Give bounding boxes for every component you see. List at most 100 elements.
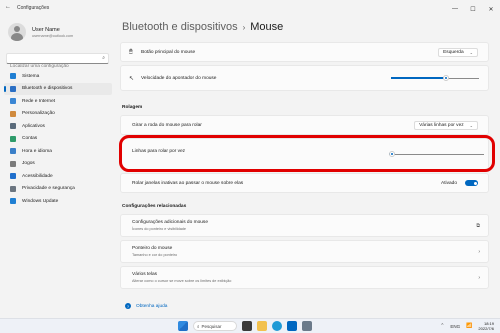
start-icon[interactable] — [178, 321, 188, 331]
setting-label: Rolar janelas inativas ao passar o mouse… — [132, 180, 244, 186]
sidebar-item-network[interactable]: Rede e Internet — [4, 95, 112, 108]
section-heading-scroll: Rolagem — [122, 105, 143, 110]
sidebar: User Name username@outlook.com ⌕ Sistema… — [0, 18, 115, 318]
breadcrumb-separator: › — [242, 23, 246, 32]
sidebar-item-windows-update[interactable]: Windows Update — [4, 195, 112, 208]
get-help-link[interactable]: ? Obtenha ajuda — [125, 303, 167, 309]
sidebar-item-accounts[interactable]: Contas — [4, 133, 112, 146]
sidebar-item-apps[interactable]: Aplicativos — [4, 120, 112, 133]
taskbar-center: ⌕ Pesquisar — [178, 321, 317, 331]
sidebar-item-label: Bluetooth e dispositivos — [22, 86, 73, 92]
sidebar-item-accessibility[interactable]: Acessibilidade — [4, 170, 112, 183]
brush-icon — [10, 110, 16, 117]
page-title: Mouse — [250, 21, 284, 33]
sidebar-item-time-language[interactable]: Hora e idioma — [4, 145, 112, 158]
back-arrow-icon[interactable]: ← — [5, 4, 11, 10]
maximize-button[interactable]: ☐ — [464, 0, 482, 18]
sidebar-item-label: Personalização — [22, 111, 55, 117]
help-text: Obtenha ajuda — [136, 303, 168, 309]
inactive-scroll-toggle-wrap: Ativado — [441, 180, 478, 186]
chevron-down-icon: ⌄ — [469, 122, 473, 128]
clock[interactable]: 18:19 2022/7/6 — [478, 321, 494, 331]
language-indicator[interactable]: ENG — [450, 324, 460, 329]
globe-clock-icon — [10, 148, 16, 155]
pointer-icon: ↖ — [129, 75, 135, 82]
monitor-icon — [10, 73, 16, 80]
wifi-icon — [10, 98, 16, 105]
sidebar-item-label: Windows Update — [22, 198, 59, 204]
store-icon[interactable] — [287, 321, 297, 331]
apps-icon — [10, 123, 16, 130]
pointer-speed-slider[interactable] — [391, 75, 479, 81]
taskbar: ⌕ Pesquisar ⌃ ENG 📶 18:19 2022/7/6 — [0, 318, 500, 333]
scroll-mode-setting: Girar a roda do mouse para rolar Várias … — [120, 115, 489, 135]
related-title: Ponteiro do mouse — [132, 246, 173, 251]
scroll-mode-dropdown[interactable]: Várias linhas por vez ⌄ — [414, 120, 478, 130]
sidebar-item-personalization[interactable]: Personalização — [4, 108, 112, 121]
chevron-up-icon[interactable]: ⌃ — [440, 323, 444, 329]
user-profile[interactable]: User Name username@outlook.com — [8, 23, 73, 41]
inactive-scroll-toggle[interactable] — [465, 180, 478, 186]
task-view-icon[interactable] — [242, 321, 252, 331]
update-icon — [10, 198, 16, 205]
title-bar: ← Configurações — ☐ ✕ — [0, 0, 500, 18]
network-volume-icon[interactable]: 📶 — [466, 323, 472, 329]
sidebar-item-label: Hora e idioma — [22, 148, 52, 154]
window-controls: — ☐ ✕ — [446, 0, 500, 18]
shield-icon — [10, 185, 16, 192]
gamepad-icon — [10, 160, 16, 167]
related-title: Vários telas — [132, 272, 158, 277]
sidebar-item-label: Rede e Internet — [22, 98, 56, 104]
settings-app-icon[interactable] — [302, 321, 312, 331]
system-tray: ⌃ ENG 📶 18:19 2022/7/6 — [440, 321, 494, 331]
breadcrumb: Bluetooth e dispositivos › Mouse — [122, 21, 283, 33]
avatar — [8, 23, 26, 41]
sidebar-item-label: Acessibilidade — [22, 173, 53, 179]
file-explorer-icon[interactable] — [257, 321, 267, 331]
search-icon[interactable]: ⌕ — [102, 55, 105, 61]
sidebar-item-label: Aplicativos — [22, 123, 45, 129]
window-title: Configurações — [17, 5, 50, 11]
setting-label: Velocidade do apontador do mouse — [141, 75, 217, 81]
inactive-scroll-setting: Rolar janelas inativas ao passar o mouse… — [120, 173, 489, 193]
search-icon: ⌕ — [197, 323, 200, 329]
search-box[interactable]: ⌕ — [6, 53, 109, 71]
taskbar-search[interactable]: ⌕ Pesquisar — [193, 321, 237, 331]
setting-label: Botão principal do mouse — [141, 49, 196, 55]
slider-thumb[interactable] — [442, 75, 449, 81]
primary-button-setting: 🖱 Botão principal do mouse Esquerda ⌄ — [120, 42, 489, 62]
related-item-multiple-displays[interactable]: Vários telas Alterar como o cursor se mo… — [120, 266, 489, 289]
pointer-speed-setting: ↖ Velocidade do apontador do mouse — [120, 65, 489, 91]
taskbar-search-label: Pesquisar — [201, 323, 222, 329]
dropdown-value: Várias linhas por vez — [419, 122, 464, 128]
toggle-state-text: Ativado — [441, 180, 457, 186]
sidebar-item-sistema[interactable]: Sistema — [4, 70, 112, 83]
edge-icon[interactable] — [272, 321, 282, 331]
related-subtitle: Tamanho e cor do ponteiro — [132, 253, 178, 257]
related-item-additional-mouse[interactable]: Configurações adicionais do mouse Ícones… — [120, 214, 489, 237]
close-button[interactable]: ✕ — [482, 0, 500, 18]
sidebar-item-label: Contas — [22, 136, 38, 142]
sidebar-item-gaming[interactable]: Jogos — [4, 158, 112, 171]
chevron-right-icon: › — [478, 274, 480, 281]
highlight-annotation — [119, 135, 495, 172]
minimize-button[interactable]: — — [446, 0, 464, 18]
breadcrumb-parent[interactable]: Bluetooth e dispositivos — [122, 21, 238, 33]
sidebar-nav: Sistema Bluetooth e dispositivos Rede e … — [4, 70, 112, 208]
slider-fill — [391, 77, 446, 79]
accessibility-icon — [10, 173, 16, 180]
setting-label: Girar a roda do mouse para rolar — [132, 122, 202, 128]
chevron-right-icon: › — [478, 248, 480, 255]
related-subtitle: Alterar como o cursor se move sobre os l… — [132, 279, 232, 283]
related-item-mouse-pointer[interactable]: Ponteiro do mouse Tamanho e cor do ponte… — [120, 240, 489, 263]
sidebar-item-label: Privacidade e segurança — [22, 186, 75, 192]
bluetooth-icon — [10, 85, 16, 92]
clock-date: 2022/7/6 — [478, 326, 494, 331]
sidebar-item-label: Sistema — [22, 73, 40, 79]
primary-button-dropdown[interactable]: Esquerda ⌄ — [438, 47, 478, 57]
sidebar-item-bluetooth[interactable]: Bluetooth e dispositivos — [4, 82, 112, 95]
user-email: username@outlook.com — [32, 33, 74, 38]
help-icon: ? — [125, 303, 131, 309]
mouse-icon: 🖱 — [129, 48, 133, 55]
sidebar-item-privacy[interactable]: Privacidade e segurança — [4, 183, 112, 196]
